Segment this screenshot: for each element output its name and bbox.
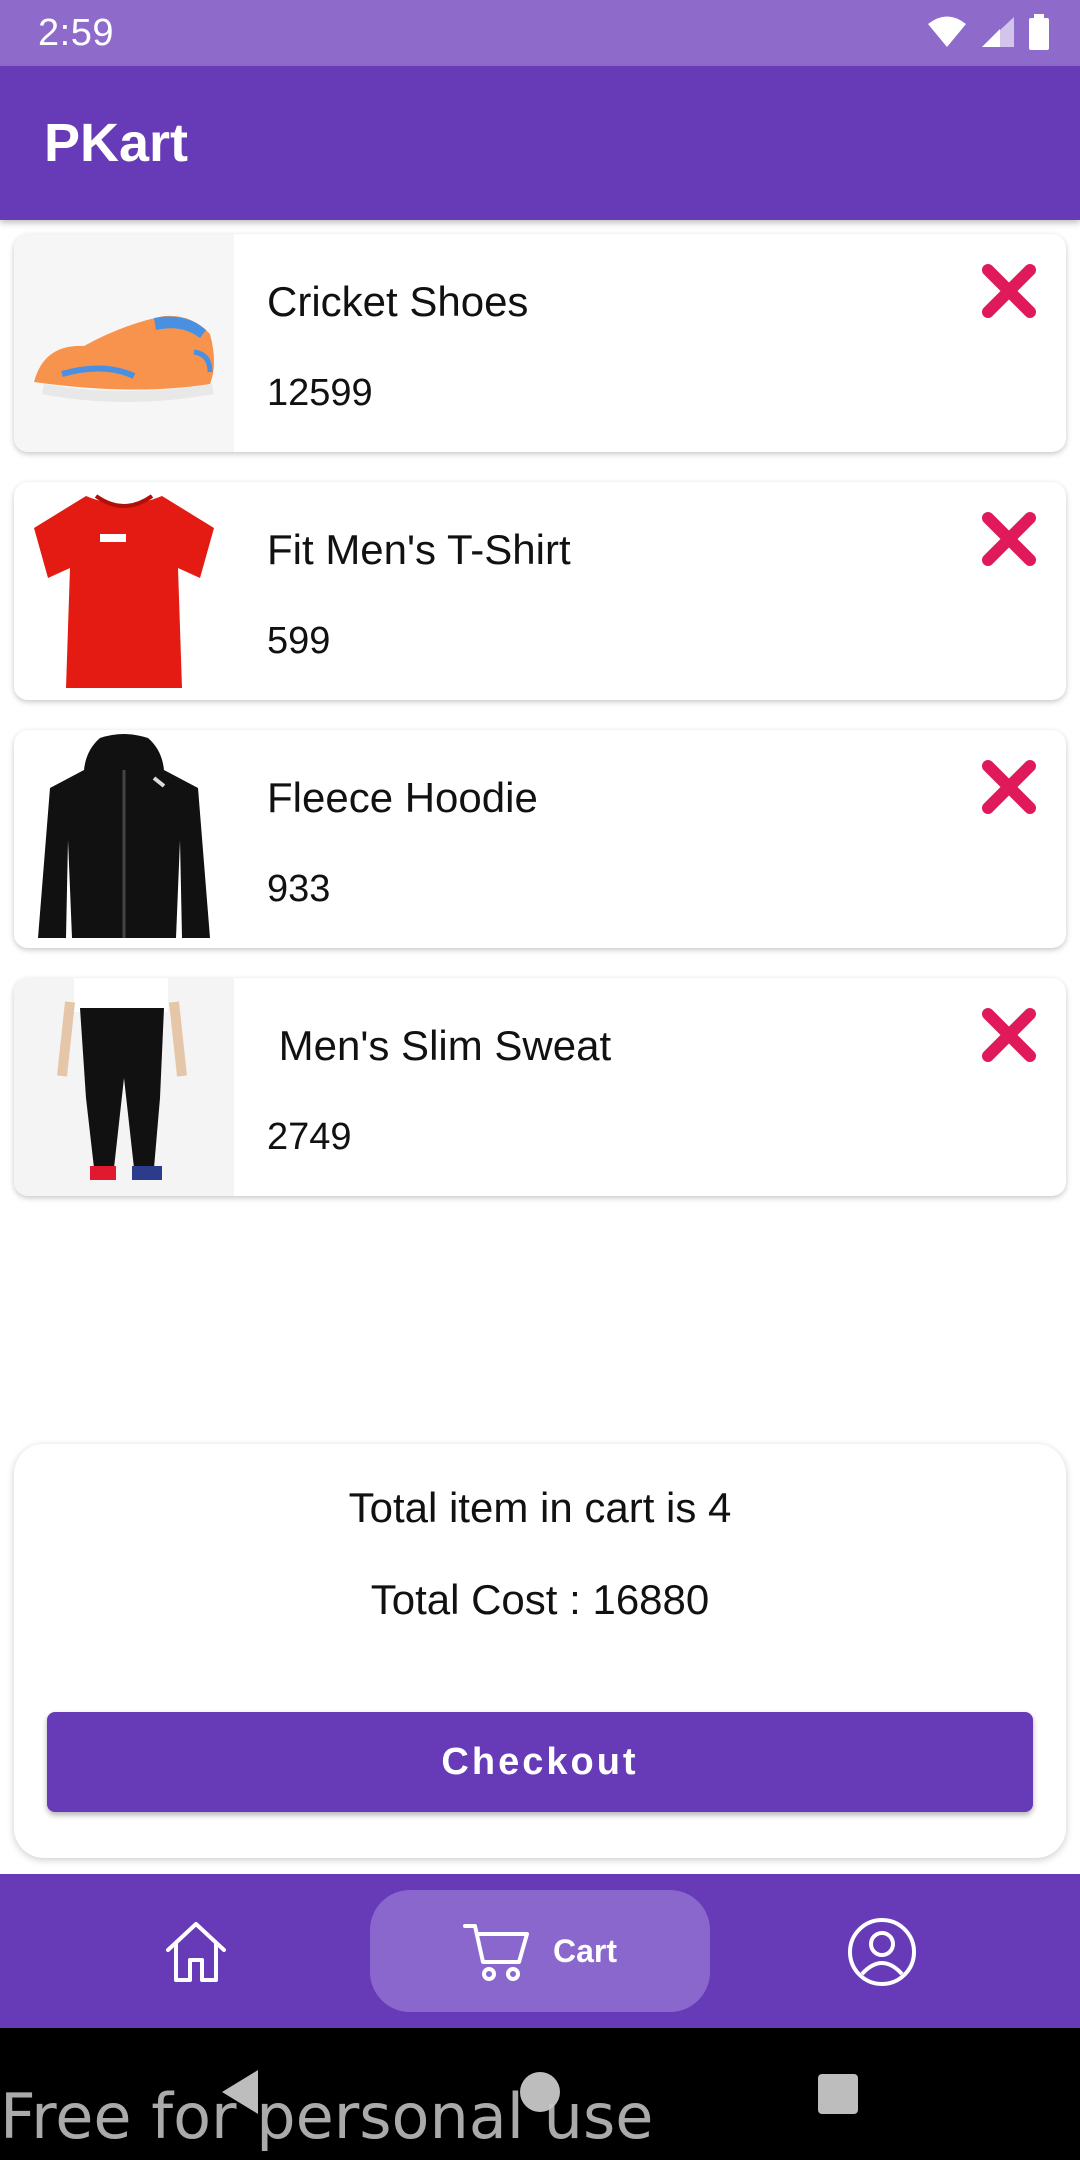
checkout-button[interactable]: Checkout [47,1712,1033,1812]
close-icon [982,1008,1036,1062]
close-icon [982,760,1036,814]
nav-cart[interactable]: Cart [370,1890,710,2012]
total-items-text: Total item in cart is 4 [348,1484,732,1531]
product-image-sweatpants [14,978,234,1196]
cart-item-fit-mens-t-shirt[interactable]: Fit Men's T-Shirt 599 [14,482,1066,700]
cart-item-fleece-hoodie[interactable]: Fleece Hoodie 933 [14,730,1066,948]
product-image-cricket-shoes [14,234,234,452]
cart-icon [462,1924,529,1981]
product-image-hoodie [14,730,234,948]
battery-icon [1029,14,1049,50]
item-name: Men's Slim Sweat [267,1022,612,1069]
item-price: 12599 [267,372,373,414]
nav-profile[interactable] [846,1916,918,1988]
nav-cart-label: Cart [552,1932,617,1969]
item-price: 933 [267,868,331,910]
item-name: Cricket Shoes [267,278,529,325]
remove-item-button[interactable] [978,508,1040,570]
cart-item-cricket-shoes[interactable]: Cricket Shoes 12599 [14,234,1066,452]
remove-item-button[interactable] [978,1004,1040,1066]
close-icon [982,264,1036,318]
close-icon [982,512,1036,566]
item-price: 599 [267,620,331,662]
item-price: 2749 [267,1116,352,1158]
recents-icon[interactable] [818,2074,858,2114]
bottom-nav: Cart [0,1874,1080,2028]
status-bar: 2:59 [0,0,1080,66]
remove-item-button[interactable] [978,260,1040,322]
item-name: Fleece Hoodie [267,774,538,821]
cart-summary-card: Total item in cart is 4 Total Cost : 168… [14,1444,1066,1858]
status-icons [926,14,1050,50]
product-image-t-shirt [14,482,234,700]
watermark-text: Free for personal use [0,2080,654,2153]
remove-item-button[interactable] [978,756,1040,818]
total-cost-text: Total Cost : 16880 [370,1576,710,1623]
wifi-icon [928,16,966,47]
app-bar: PKart [0,66,1080,220]
cart-item-mens-slim-sweat[interactable]: Men's Slim Sweat 2749 [14,978,1066,1196]
app-title: PKart [44,113,189,173]
account-circle-icon [848,1918,916,1986]
home-icon [166,1922,226,1982]
item-name: Fit Men's T-Shirt [267,526,571,573]
nav-home[interactable] [160,1916,232,1988]
status-time: 2:59 [38,12,114,54]
signal-icon [982,17,1014,47]
